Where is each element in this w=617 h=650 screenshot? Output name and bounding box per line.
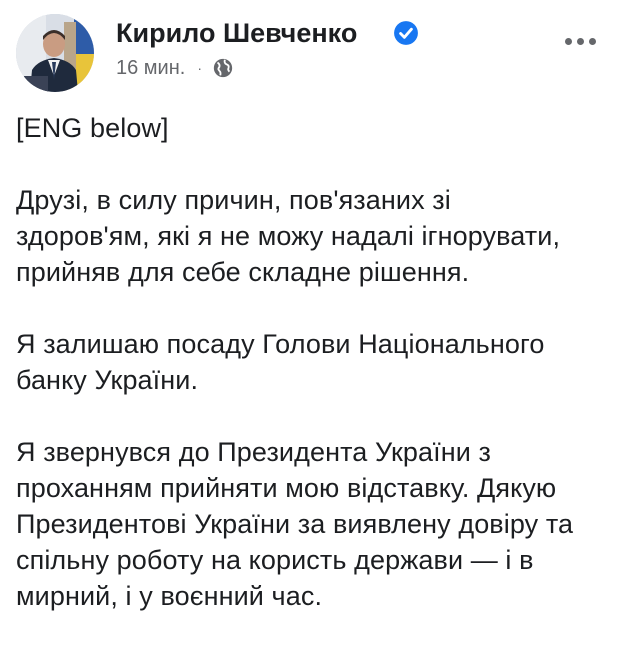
meta-separator: · [197, 60, 202, 76]
post-meta: 16 мин. · [116, 54, 234, 82]
globe-icon[interactable] [212, 57, 234, 79]
post-timestamp[interactable]: 16 мин. [116, 57, 185, 80]
post-paragraph: Я звернувся до Президента України з прох… [16, 437, 574, 611]
more-dot [565, 37, 572, 45]
author-name[interactable]: Кирило Шевченко [116, 18, 357, 49]
more-dot [577, 37, 584, 45]
post-paragraph: [ENG below] [16, 113, 169, 143]
more-options-icon[interactable] [565, 36, 597, 46]
post-header: Кирило Шевченко 16 мин. · [16, 14, 601, 94]
avatar-image [16, 14, 94, 92]
verified-badge-icon [394, 21, 418, 45]
post-paragraph: Я залишаю посаду Голови Національного ба… [16, 329, 545, 395]
author-avatar[interactable] [16, 14, 94, 92]
post-body: [ENG below] Друзі, в силу причин, пов'яз… [16, 110, 606, 650]
more-dot [589, 37, 596, 45]
post-paragraph: Друзі, в силу причин, пов'язаних зі здор… [16, 185, 561, 287]
